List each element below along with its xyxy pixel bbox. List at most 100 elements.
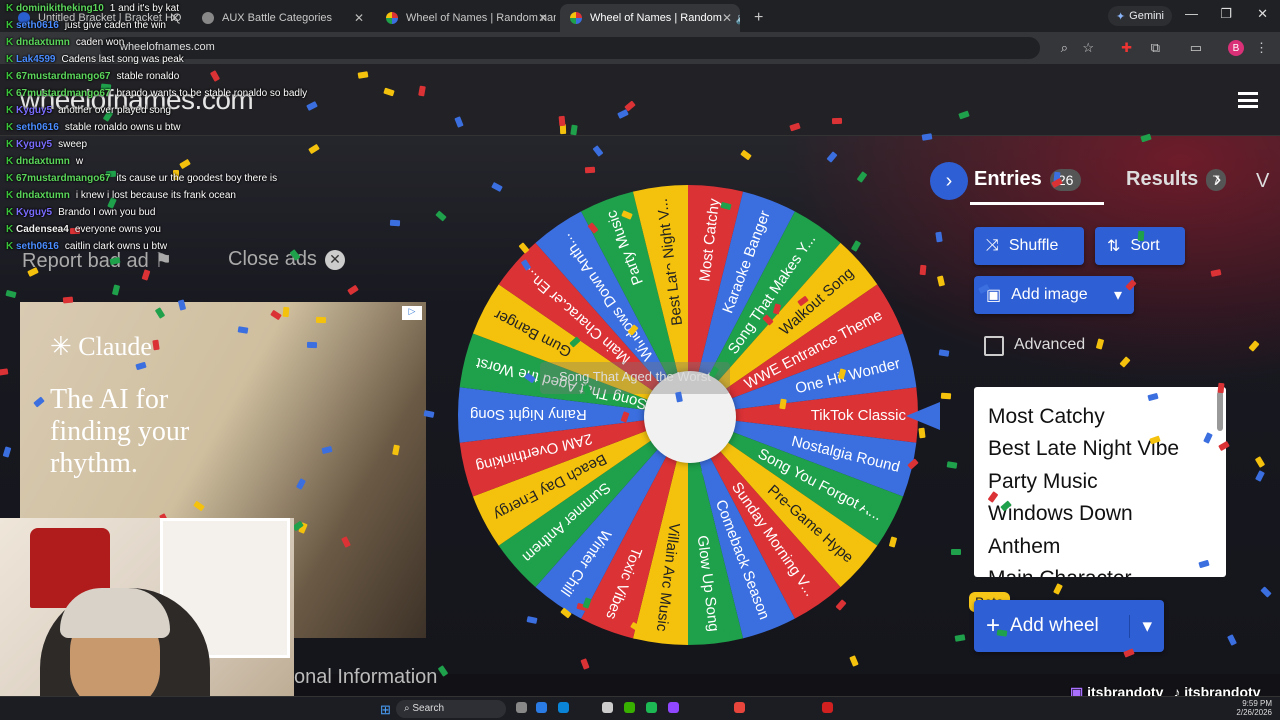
entries-textarea[interactable]: Most Catchy Best Late Night Vibe Party M… (974, 387, 1226, 577)
personal-information-link[interactable]: onal Information (294, 666, 437, 689)
sort-label: Sort (1130, 237, 1160, 254)
close-tab-icon[interactable]: ✕ (354, 11, 364, 25)
chat-username: Kyguy5 (16, 105, 53, 116)
chat-message: its cause ur the goodest boy there is (116, 173, 278, 184)
tab-wheel-1[interactable]: Wheel of Names | Random nam ✕ (376, 4, 556, 32)
add-image-button[interactable]: ▣ Add image ▾ (974, 276, 1134, 314)
windows-taskbar: ⊞ ⌕ Search 9:59 PM 2/26/2026 (0, 696, 1280, 720)
chevron-right-icon[interactable]: › (1214, 166, 1221, 192)
advanced-label: Advanced (1014, 336, 1086, 353)
chat-line: K 67mustardmango67 brando wants to be stab… (6, 85, 307, 102)
chat-message: caitlin clark owns u btw (64, 241, 168, 252)
ad-brand: ✳ Claude (50, 332, 152, 362)
chat-username: dndaxtumn (16, 37, 70, 48)
system-clock[interactable]: 9:59 PM 2/26/2026 (1236, 699, 1272, 717)
zoom-icon[interactable]: ⌕ (1061, 40, 1068, 56)
gemini-button[interactable]: ✦ Gemini (1107, 6, 1172, 26)
taskbar-search-label: Search (412, 703, 445, 714)
chat-badge-icon: K (6, 37, 14, 48)
chat-badge-icon: K (6, 122, 14, 133)
clock-time: 9:59 PM (1242, 699, 1272, 708)
chat-username: 67mustardmango67 (16, 71, 111, 82)
chat-line: Kseth0616 caitlin clark owns u btw (6, 238, 167, 255)
chrome-icon[interactable] (734, 702, 745, 713)
chat-line: K Kyguy5 Brando I own you bud (6, 204, 155, 221)
chat-username: Kyguy5 (16, 207, 53, 218)
gemini-label: Gemini (1129, 10, 1164, 22)
chat-line: K Cadensea4 everyone owns you (6, 221, 161, 238)
screen: Untitled Bracket | Bracket HQ ✕ AUX Battl… (0, 0, 1280, 720)
tab-partial[interactable]: V (1256, 170, 1269, 193)
windows-start-icon[interactable]: ⊞ (380, 702, 391, 718)
chat-message: just give caden the win (64, 20, 166, 31)
sidebar-icon[interactable]: ▭ (1190, 40, 1202, 56)
chat-badge-icon: K (6, 241, 14, 252)
twitch-taskbar-icon[interactable] (668, 702, 679, 713)
chevron-right-icon[interactable]: › (930, 162, 968, 200)
bookmark-star-icon[interactable]: ☆ (1082, 40, 1094, 56)
clock-date: 2/26/2026 (1236, 708, 1272, 717)
sort-icon: ⇅ (1107, 238, 1121, 255)
minimize-icon[interactable]: — (1185, 6, 1198, 21)
puzzle-icon[interactable]: ⧉ (1151, 40, 1160, 56)
chat-message: w (75, 156, 84, 167)
chat-message: another over played song (58, 105, 171, 116)
taskbar-search[interactable]: ⌕ Search (396, 700, 506, 718)
chat-badge-icon: K (6, 224, 14, 235)
shuffle-button[interactable]: ⤨ Shuffle (974, 227, 1084, 265)
list-item: Party Music (988, 469, 1098, 493)
profile-avatar[interactable]: B (1228, 40, 1244, 56)
chat-username: dndaxtumn (16, 190, 70, 201)
chat-username: seth0616 (16, 122, 59, 133)
explorer-icon[interactable] (558, 702, 569, 713)
new-tab-button[interactable]: + (744, 4, 768, 32)
scrollbar[interactable] (1217, 391, 1223, 431)
chat-username: 67mustardmango67 (16, 173, 111, 184)
chat-badge-icon: K (6, 156, 14, 167)
speaker-icon[interactable]: 🔊 (736, 12, 740, 25)
extension-icon[interactable]: ✚ (1121, 40, 1132, 56)
shuffle-label: Shuffle (1008, 237, 1059, 254)
wheel-segment-label: Rainy Night Song (470, 406, 587, 423)
app-icon[interactable] (624, 702, 635, 713)
store-icon[interactable] (602, 702, 613, 713)
add-wheel-button[interactable]: + Add wheel ▾ (974, 600, 1164, 652)
chat-message: Cadens last song was peak (61, 54, 184, 65)
chevron-down-icon[interactable]: ▾ (1129, 614, 1152, 638)
close-window-icon[interactable]: ✕ (1257, 6, 1268, 22)
chat-badge-icon: K (6, 173, 14, 184)
chat-username: seth0616 (16, 241, 59, 252)
advanced-checkbox[interactable] (984, 336, 1004, 356)
chat-badge-icon: K (6, 54, 14, 65)
maximize-icon[interactable]: ❐ (1220, 6, 1232, 22)
add-image-label: Add image (1011, 286, 1088, 303)
tab-wheel-active[interactable]: Wheel of Names | Random 🔊 ✕ (560, 4, 740, 32)
app-icon[interactable] (822, 702, 833, 713)
close-tab-icon[interactable]: ✕ (722, 11, 732, 25)
chat-line: Kdndaxtumn i knew i lost because its fran… (6, 187, 236, 204)
chat-message: stable ronaldo owns u btw (64, 122, 181, 133)
adchoices-icon[interactable]: ▷ (402, 306, 422, 320)
tab-label: Wheel of Names | Random nam (406, 12, 556, 24)
ad-tagline: The AI for finding your rhythm. (50, 384, 190, 479)
chevron-down-icon: ▾ (1113, 287, 1122, 304)
streamer-cap (60, 588, 170, 638)
sort-button[interactable]: ⇅ Sort (1095, 227, 1185, 265)
chat-message: caden won (75, 37, 125, 48)
add-wheel-label: Add wheel (1010, 615, 1099, 636)
chat-badge-icon: K (6, 20, 14, 31)
menu-dots-icon[interactable]: ⋮ (1255, 40, 1268, 56)
chat-line: K Kyguy5 another over played song (6, 102, 171, 119)
tab-results[interactable]: Results 7 (1126, 168, 1227, 191)
edge-icon[interactable] (536, 702, 547, 713)
chat-badge-icon: K (6, 207, 14, 218)
tab-entries[interactable]: Entries 26 (974, 168, 1082, 191)
chat-username: Kyguy5 (16, 139, 53, 150)
results-label: Results (1126, 168, 1199, 190)
hamburger-menu-icon[interactable] (1238, 92, 1258, 108)
chat-line: K 67mustardmango67 stable ronaldo (6, 68, 179, 85)
taskview-icon[interactable] (516, 702, 527, 713)
chat-badge-icon: K (6, 88, 14, 99)
close-tab-icon[interactable]: ✕ (538, 11, 548, 25)
spotify-icon[interactable] (646, 702, 657, 713)
